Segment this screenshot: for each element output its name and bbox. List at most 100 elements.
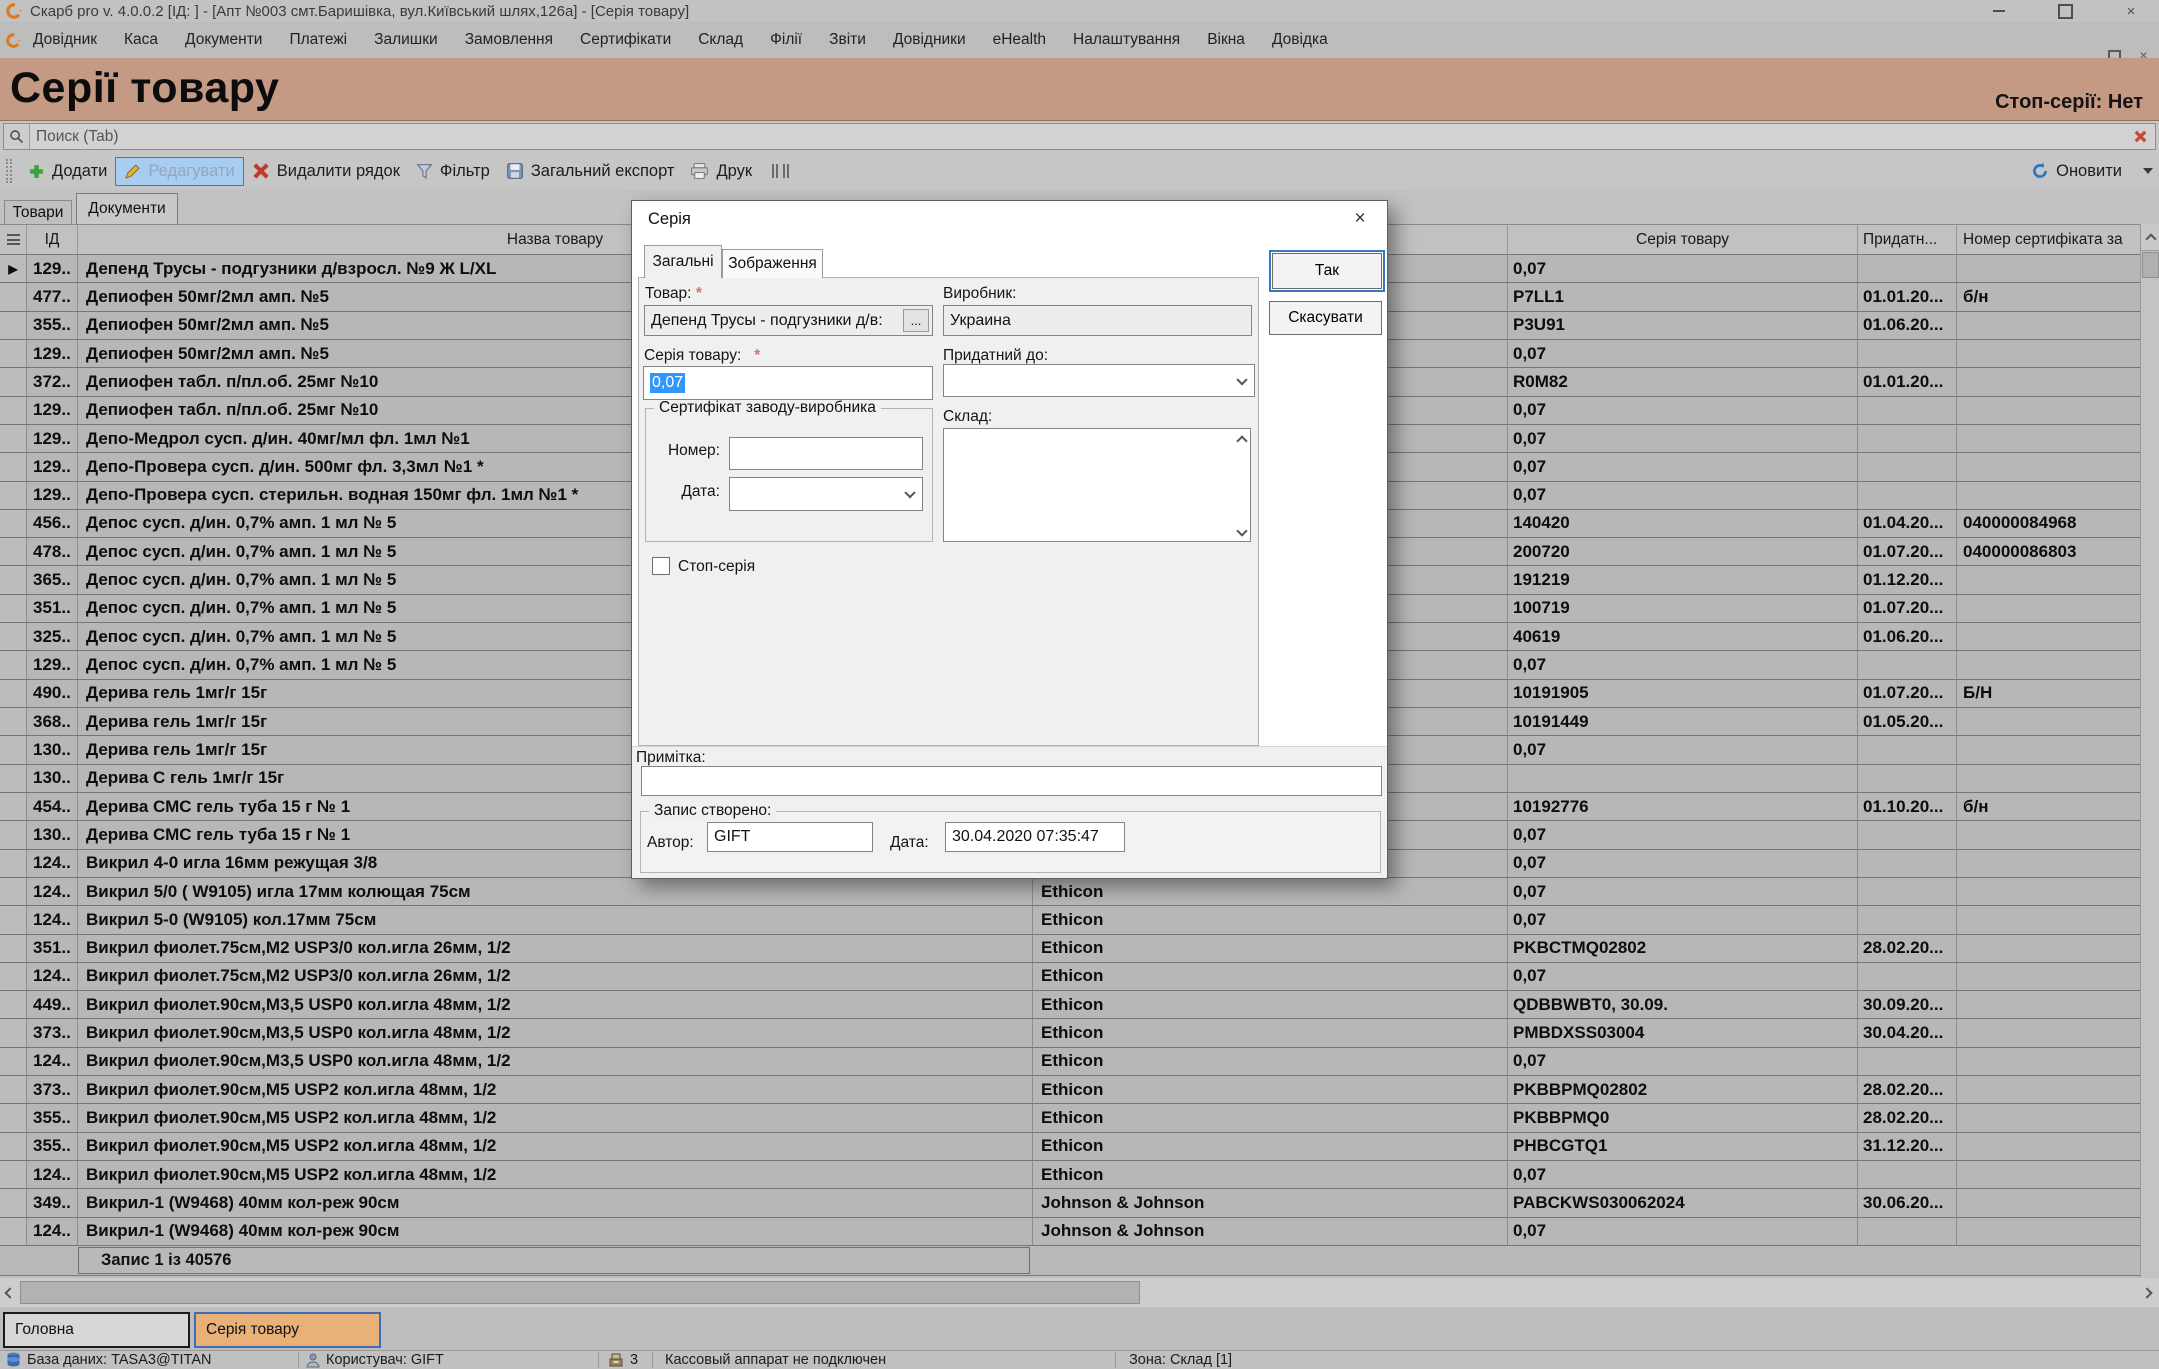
vertical-scrollbar[interactable] — [2140, 224, 2159, 1277]
cert-date-combobox[interactable] — [729, 477, 923, 511]
tab-tovary[interactable]: Товари — [4, 200, 72, 224]
dialog-tab-general[interactable]: Загальні — [644, 245, 722, 278]
menu-item[interactable]: Склад — [698, 31, 743, 49]
export-button[interactable]: Загальний експорт — [498, 158, 683, 185]
edit-button[interactable]: Редагувати — [115, 157, 243, 186]
menu-item[interactable]: Налаштування — [1073, 31, 1180, 49]
search-clear-icon[interactable] — [2125, 124, 2155, 149]
columns-icon[interactable] — [770, 161, 792, 181]
cancel-button[interactable]: Скасувати — [1269, 301, 1382, 335]
manufacturer-field[interactable]: Украина — [943, 305, 1252, 336]
tab-dokumenty[interactable]: Документи — [76, 193, 178, 224]
column-header-certificate[interactable]: Номер сертифіката за — [1957, 225, 2140, 254]
cell-series: PABCKWS030062024 — [1508, 1189, 1858, 1216]
author-field[interactable]: GIFT — [707, 822, 873, 852]
cell-id: 129.. — [27, 340, 78, 367]
table-row[interactable]: 349..Викрил-1 (W9468) 40мм кол-реж 90смJ… — [0, 1189, 2140, 1217]
vertical-scroll-thumb[interactable] — [2142, 252, 2159, 278]
menu-item[interactable]: Довідка — [1272, 31, 1328, 49]
column-header-series[interactable]: Серія товару — [1508, 225, 1858, 254]
table-row[interactable]: 355..Викрил фиолет.90см,М5 USP2 кол.игла… — [0, 1104, 2140, 1132]
refresh-button[interactable]: Оновити — [2023, 158, 2130, 185]
menu-item[interactable]: Залишки — [374, 31, 438, 49]
table-row[interactable]: 373..Викрил фиолет.90см,М5 USP2 кол.игла… — [0, 1076, 2140, 1104]
stock-textarea[interactable] — [943, 428, 1251, 542]
bottom-tabstrip: Головна Серія товару — [0, 1307, 2159, 1350]
filter-button[interactable]: Фільтр — [408, 158, 498, 185]
ok-button[interactable]: Так — [1272, 253, 1382, 289]
delete-x-icon — [252, 162, 270, 180]
scroll-up-icon[interactable] — [1236, 435, 1247, 446]
cell-valid — [1858, 963, 1957, 990]
column-chooser-icon[interactable] — [0, 225, 27, 254]
series-field[interactable]: 0,07 — [643, 366, 933, 400]
cell-valid: 01.12.20... — [1858, 566, 1957, 593]
table-row[interactable]: 124..Викрил-1 (W9468) 40мм кол-реж 90смJ… — [0, 1218, 2140, 1246]
cert-number-field[interactable] — [729, 437, 923, 470]
cell-name: Викрил фиолет.90см,М3,5 USP0 кол.игла 48… — [78, 991, 1033, 1018]
scroll-left-icon[interactable] — [0, 1278, 20, 1307]
print-button[interactable]: Друк — [682, 158, 760, 185]
cell-mfr: Ethicon — [1033, 1076, 1508, 1103]
table-row[interactable]: 124..Викрил фиолет.90см,М5 USP2 кол.игла… — [0, 1161, 2140, 1189]
menu-item[interactable]: Звіти — [829, 31, 866, 49]
note-field[interactable] — [641, 766, 1382, 796]
menu-item[interactable]: Сертифікати — [580, 31, 671, 49]
close-button[interactable]: × — [2121, 3, 2141, 19]
column-header-id[interactable]: ІД — [27, 225, 78, 254]
horizontal-scrollbar[interactable] — [0, 1278, 2159, 1307]
table-row[interactable]: 124..Викрил фиолет.90см,М3,5 USP0 кол.иг… — [0, 1048, 2140, 1076]
dialog-close-icon[interactable]: × — [1347, 207, 1373, 231]
created-date-field[interactable]: 30.04.2020 07:35:47 — [945, 822, 1125, 852]
cell-series: 0,07 — [1508, 906, 1858, 933]
row-indicator — [0, 312, 27, 339]
menu-item[interactable]: Замовлення — [465, 31, 553, 49]
cell-id: 372.. — [27, 368, 78, 395]
refresh-dropdown-icon[interactable] — [2143, 168, 2153, 174]
valid-until-label: Придатний до: — [943, 347, 1048, 365]
table-row[interactable]: 124..Викрил 5-0 (W9105) кол.17мм 75смEth… — [0, 906, 2140, 934]
stop-series-checkbox[interactable] — [652, 557, 670, 575]
scroll-right-icon[interactable] — [2137, 1278, 2157, 1307]
scroll-up-icon[interactable] — [2141, 224, 2159, 251]
delete-row-button[interactable]: Видалити рядок — [244, 158, 408, 185]
menu-item[interactable]: Довідник — [33, 31, 97, 49]
menu-item[interactable]: eHealth — [993, 31, 1046, 49]
menu-item[interactable]: Вікна — [1207, 31, 1245, 49]
refresh-icon — [2031, 162, 2049, 180]
search-input[interactable] — [30, 124, 2125, 149]
column-header-valid[interactable]: Придатн... — [1858, 225, 1957, 254]
table-row[interactable]: 373..Викрил фиолет.90см,М3,5 USP0 кол.иг… — [0, 1019, 2140, 1047]
cell-id: 355.. — [27, 1104, 78, 1131]
scroll-down-icon[interactable] — [1236, 525, 1247, 536]
bottom-tab-series[interactable]: Серія товару — [194, 1312, 381, 1348]
table-row[interactable]: 351..Викрил фиолет.75см,М2 USP3/0 кол.иг… — [0, 935, 2140, 963]
horizontal-scroll-thumb[interactable] — [20, 1281, 1140, 1304]
table-row[interactable]: 124..Викрил фиолет.75см,М2 USP3/0 кол.иг… — [0, 963, 2140, 991]
table-row[interactable]: 449..Викрил фиолет.90см,М3,5 USP0 кол.иг… — [0, 991, 2140, 1019]
valid-until-combobox[interactable] — [943, 364, 1255, 397]
cell-cert — [1957, 255, 2140, 282]
cell-cert — [1957, 906, 2140, 933]
bottom-tab-home[interactable]: Головна — [3, 1312, 190, 1348]
product-label: Товар: — [645, 285, 692, 302]
product-browse-button[interactable]: ... — [903, 309, 929, 332]
add-button[interactable]: Додати — [20, 158, 115, 185]
cell-id: 129.. — [27, 425, 78, 452]
menu-item[interactable]: Документи — [185, 31, 262, 49]
cell-cert — [1957, 312, 2140, 339]
table-row[interactable]: 355..Викрил фиолет.90см,М5 USP2 кол.игла… — [0, 1133, 2140, 1161]
menu-item[interactable]: Довідники — [893, 31, 966, 49]
dialog-tab-images[interactable]: Зображення — [722, 249, 823, 278]
cell-cert — [1957, 1218, 2140, 1245]
maximize-button[interactable] — [2055, 3, 2075, 19]
cell-series: 100719 — [1508, 595, 1858, 622]
cell-id: 130.. — [27, 821, 78, 848]
cell-valid — [1858, 850, 1957, 877]
product-field[interactable]: Депенд Трусы - подгузники д/в: ... — [644, 305, 933, 336]
minimize-button[interactable] — [1989, 3, 2009, 19]
table-row[interactable]: 124..Викрил 5/0 ( W9105) игла 17мм колющ… — [0, 878, 2140, 906]
menu-item[interactable]: Каса — [124, 31, 158, 49]
menu-item[interactable]: Платежі — [289, 31, 347, 49]
menu-item[interactable]: Філії — [770, 31, 802, 49]
